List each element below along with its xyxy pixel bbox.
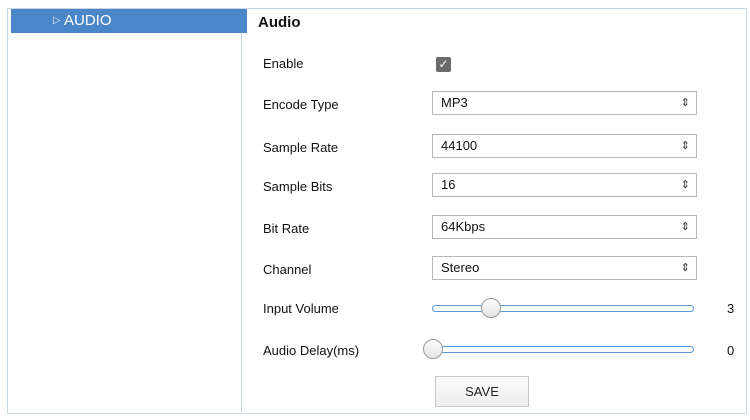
page-title: Audio — [258, 14, 301, 31]
input-volume-slider[interactable] — [432, 298, 694, 318]
bit-rate-value: 64Kbps — [441, 219, 486, 234]
bit-rate-select[interactable]: 64Kbps ⇕ — [432, 215, 697, 239]
save-button[interactable]: SAVE — [435, 376, 529, 407]
sidebar — [7, 8, 242, 412]
sample-rate-label: Sample Rate — [263, 140, 339, 155]
channel-select[interactable]: Stereo ⇕ — [432, 256, 697, 280]
sample-rate-select[interactable]: 44100 ⇕ — [432, 134, 697, 158]
bit-rate-label: Bit Rate — [263, 221, 310, 236]
enable-label: Enable — [263, 56, 304, 71]
audio-delay-slider-thumb[interactable] — [423, 339, 443, 359]
enable-checkbox[interactable]: ✓ — [436, 57, 451, 72]
input-volume-slider-thumb[interactable] — [480, 298, 501, 318]
updown-caret-icon: ⇕ — [680, 262, 690, 274]
input-volume-label: Input Volume — [263, 301, 339, 316]
sample-rate-value: 44100 — [441, 138, 478, 153]
updown-caret-icon: ⇕ — [680, 179, 690, 191]
encode-type-value: MP3 — [441, 95, 468, 110]
channel-value: Stereo — [441, 260, 480, 275]
audio-delay-value: 0 — [727, 343, 735, 358]
encode-type-select[interactable]: MP3 ⇕ — [432, 91, 697, 115]
sidebar-item-audio[interactable]: ▷ AUDIO — [11, 9, 247, 33]
channel-label: Channel — [263, 262, 312, 277]
audio-delay-label: Audio Delay(ms) — [263, 343, 360, 358]
updown-caret-icon: ⇕ — [680, 221, 690, 233]
input-volume-value: 3 — [727, 301, 735, 316]
updown-caret-icon: ⇕ — [680, 140, 690, 152]
encode-type-label: Encode Type — [263, 97, 339, 112]
updown-caret-icon: ⇕ — [680, 97, 690, 109]
checkmark-icon: ✓ — [438, 57, 449, 71]
sample-bits-label: Sample Bits — [263, 179, 333, 194]
sample-bits-select[interactable]: 16 ⇕ — [432, 173, 697, 197]
sidebar-item-label: AUDIO — [64, 12, 112, 29]
triangle-right-icon: ▷ — [53, 15, 61, 26]
audio-delay-slider[interactable] — [423, 339, 694, 359]
sample-bits-value: 16 — [441, 177, 456, 192]
